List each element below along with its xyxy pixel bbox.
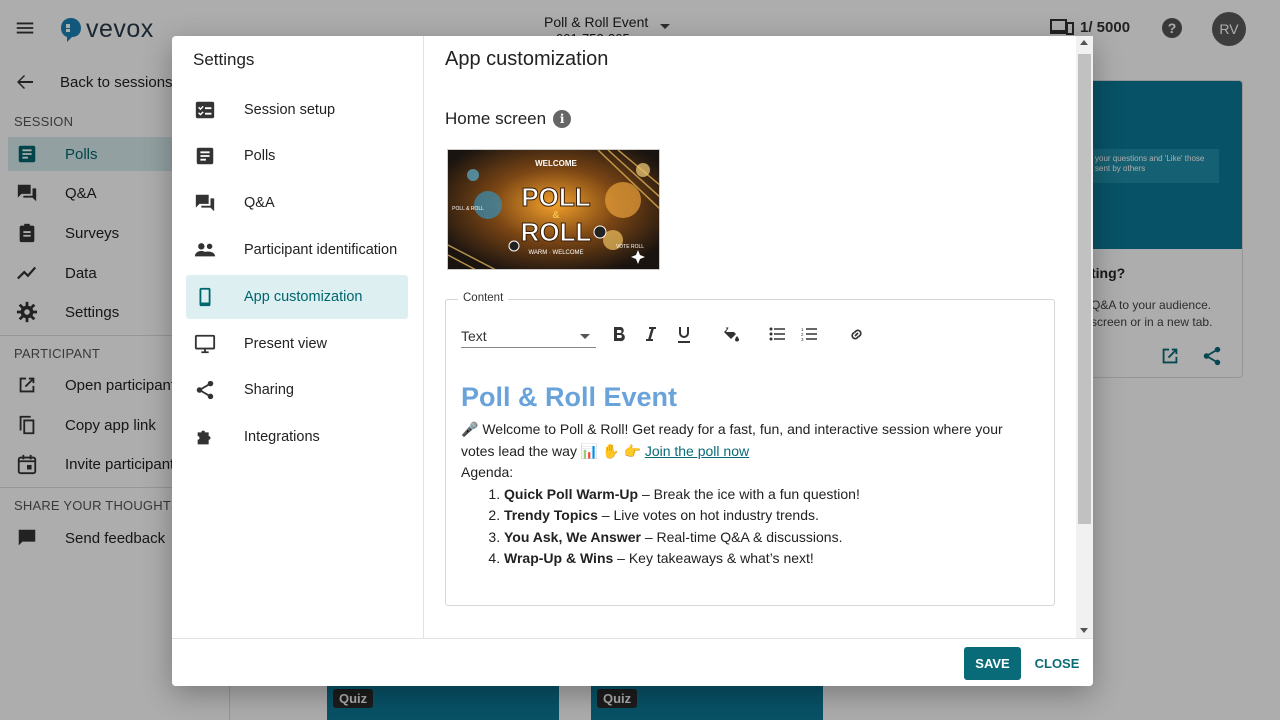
editor-intro: 🎤 Welcome to Poll & Roll! Get ready for … [461, 419, 1031, 462]
image-side-left: POLL & ROLL [452, 206, 484, 212]
list-item: Wrap-Up & Wins – Key takeaways & what’s … [504, 548, 1031, 570]
nav-item-label: Session setup [244, 102, 336, 118]
nav-item-label: Sharing [244, 382, 294, 398]
join-poll-link[interactable]: Join the poll now [645, 443, 749, 459]
agenda-label: Agenda: [461, 464, 514, 480]
home-screen-label: Home screen [445, 109, 547, 128]
nav-item-participant-identification[interactable]: Participant identification [186, 228, 408, 272]
content-heading: App customization [445, 48, 609, 70]
nav-item-session-setup[interactable]: Session setup [186, 88, 408, 132]
agenda-item-title: Wrap-Up & Wins [504, 550, 614, 566]
phone-icon [194, 286, 216, 308]
agenda-item-title: Trendy Topics [504, 507, 598, 523]
nav-item-label: Polls [244, 148, 276, 164]
people-icon [194, 239, 216, 261]
nav-item-integrations[interactable]: Integrations [186, 415, 408, 459]
nav-item-app-customization[interactable]: App customization [186, 275, 408, 319]
content-editor: Content Text 123 Poll & Roll Event 🎤 Wel… [445, 292, 1055, 606]
underline-button[interactable] [673, 323, 695, 345]
list-item: Trendy Topics – Live votes on hot indust… [504, 505, 1031, 527]
list-item: Quick Poll Warm-Up – Break the ice with … [504, 484, 1031, 506]
format-select-value: Text [461, 328, 487, 344]
info-icon[interactable]: i [553, 110, 572, 128]
monitor-icon [194, 333, 216, 355]
italic-button[interactable] [640, 323, 662, 345]
agenda-item-title: You Ask, We Answer [504, 528, 641, 545]
scroll-up-arrow-icon[interactable] [1080, 40, 1088, 45]
forum-icon [194, 192, 216, 214]
agenda-item-title: Quick Poll Warm-Up [504, 485, 639, 502]
agenda-list: Quick Poll Warm-Up – Break the ice with … [504, 484, 1031, 570]
numbered-list-button[interactable]: 123 [798, 323, 820, 345]
nav-item-sharing[interactable]: Sharing [186, 368, 408, 412]
scroll-down-arrow-icon[interactable] [1080, 628, 1088, 633]
image-line5: WARM · WELCOME [528, 250, 583, 256]
settings-content: App customization Home screen i WELCOME … [425, 36, 1093, 638]
link-icon [848, 326, 865, 343]
nav-item-label: Integrations [244, 429, 320, 445]
puzzle-icon [194, 426, 216, 448]
home-screen-image[interactable]: WELCOME POLL & ROLL WARM · WELCOME POLL … [447, 149, 660, 270]
dialog-title: Settings [193, 50, 255, 69]
agenda-item-desc: – Break the ice with a fun question! [638, 485, 860, 502]
fill-color-button[interactable] [720, 323, 742, 345]
format-select[interactable]: Text [461, 326, 596, 348]
settings-dialog: Settings Session setup Polls Q&A Partici… [172, 36, 1093, 686]
image-line2: POLL [521, 182, 590, 212]
content-legend: Content [458, 292, 509, 304]
link-button[interactable] [845, 323, 867, 345]
bullet-list-icon [769, 327, 785, 341]
dialog-scrollbar[interactable] [1076, 36, 1093, 638]
nav-item-label: Participant identification [244, 242, 398, 258]
paint-bucket-icon [723, 326, 739, 342]
dialog-footer: SAVE CLOSE [172, 638, 1093, 686]
image-line1: WELCOME [535, 159, 577, 168]
italic-icon [645, 326, 657, 342]
bold-button[interactable] [608, 323, 630, 345]
nav-item-label: Q&A [244, 195, 275, 211]
save-button[interactable]: SAVE [964, 647, 1021, 680]
document-icon [194, 145, 216, 167]
home-screen-heading: Home screen i [445, 109, 572, 129]
underline-icon [677, 326, 691, 343]
bullet-list-button[interactable] [766, 323, 788, 345]
nav-item-present-view[interactable]: Present view [186, 322, 408, 366]
svg-text:3: 3 [801, 337, 804, 341]
list-item: You Ask, We Answer – Real-time Q&A & dis… [504, 527, 1031, 549]
editor-title[interactable]: Poll & Roll Event [461, 382, 677, 413]
agenda-item-desc: – Key takeaways & what’s next! [613, 550, 814, 566]
numbered-list-icon: 123 [801, 327, 817, 341]
bold-icon [612, 326, 626, 342]
caret-down-icon [580, 334, 590, 339]
nav-item-polls[interactable]: Polls [186, 134, 408, 178]
nav-item-label: App customization [244, 289, 363, 305]
agenda-item-desc: – Real-time Q&A & discussions. [640, 528, 843, 545]
editor-body[interactable]: 🎤 Welcome to Poll & Roll! Get ready for … [461, 419, 1031, 570]
settings-nav: Settings Session setup Polls Q&A Partici… [172, 36, 424, 638]
checklist-icon [194, 99, 216, 121]
image-line4: ROLL [521, 217, 592, 247]
nav-item-qa[interactable]: Q&A [186, 181, 408, 225]
agenda-item-desc: – Live votes on hot industry trends. [597, 507, 819, 523]
scrollbar-thumb[interactable] [1078, 54, 1091, 524]
close-button[interactable]: CLOSE [1035, 647, 1080, 680]
share-icon [194, 379, 216, 401]
image-side-right: VOTE ROLL [616, 244, 644, 250]
nav-item-label: Present view [244, 336, 328, 352]
